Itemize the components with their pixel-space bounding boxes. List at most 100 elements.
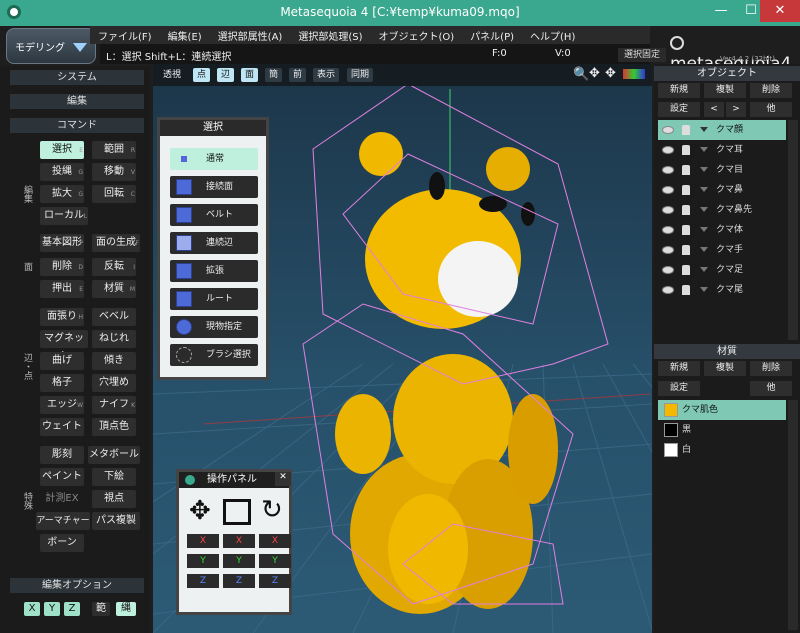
- edit-header[interactable]: 編集: [10, 94, 144, 109]
- object-row[interactable]: クマ足: [658, 260, 786, 280]
- object-copy-button[interactable]: 複製: [704, 83, 746, 98]
- opt-z[interactable]: Z: [64, 602, 80, 616]
- rotate-y[interactable]: Y: [259, 554, 291, 568]
- expand-arrow-icon[interactable]: [700, 187, 708, 192]
- cmd-delete[interactable]: 削除 D: [40, 258, 84, 276]
- cmd-face-fill[interactable]: 面張り H: [40, 308, 84, 326]
- lock-icon[interactable]: [682, 225, 690, 235]
- material-delete-button[interactable]: 削除: [750, 361, 792, 376]
- lock-icon[interactable]: [682, 165, 690, 175]
- lock-icon[interactable]: [682, 265, 690, 275]
- scale-icon[interactable]: [223, 499, 251, 525]
- cmd-flip[interactable]: 反転 I: [92, 258, 136, 276]
- material-list-scrollbar[interactable]: [788, 400, 798, 630]
- view-sync[interactable]: 同期: [347, 68, 374, 82]
- eye-icon[interactable]: [662, 226, 674, 234]
- cmd-select[interactable]: 選択 E: [40, 141, 84, 159]
- select-brush[interactable]: ブラシ選択: [170, 344, 258, 366]
- object-settings-button[interactable]: 設定: [658, 102, 700, 117]
- cmd-scale[interactable]: 拡大 G: [40, 185, 84, 203]
- view-face[interactable]: 面: [241, 68, 259, 82]
- rotate-icon[interactable]: ↻: [261, 495, 283, 525]
- material-new-button[interactable]: 新規: [658, 361, 700, 376]
- command-header[interactable]: コマンド: [10, 118, 144, 133]
- lock-icon[interactable]: [682, 285, 690, 295]
- pan-icon[interactable]: ✥: [589, 66, 600, 81]
- move-icon[interactable]: ✥: [189, 496, 211, 526]
- object-more-button[interactable]: 他: [750, 102, 792, 117]
- cmd-armature[interactable]: アーマチャー: [36, 512, 90, 530]
- cmd-extrude[interactable]: 押出 E: [40, 280, 84, 298]
- move-z[interactable]: Z: [187, 574, 219, 588]
- expand-arrow-icon[interactable]: [700, 127, 708, 132]
- system-header[interactable]: システム: [10, 70, 144, 85]
- cmd-edge[interactable]: エッジ W: [40, 396, 84, 414]
- menu-file[interactable]: ファイル(F): [90, 26, 160, 45]
- move-y[interactable]: Y: [187, 554, 219, 568]
- close-button[interactable]: ✕: [760, 0, 800, 22]
- expand-arrow-icon[interactable]: [700, 227, 708, 232]
- eye-icon[interactable]: [662, 246, 674, 254]
- object-row[interactable]: クマ体: [658, 220, 786, 240]
- move-x[interactable]: X: [187, 534, 219, 548]
- lock-icon[interactable]: [682, 245, 690, 255]
- cmd-create-face[interactable]: 面の生成 F: [92, 234, 140, 252]
- eye-icon[interactable]: [662, 206, 674, 214]
- eye-icon[interactable]: [662, 146, 674, 154]
- object-row[interactable]: クマ鼻先: [658, 200, 786, 220]
- select-route[interactable]: ルート: [170, 288, 258, 310]
- scale-z[interactable]: Z: [223, 574, 255, 588]
- op-panel-close-button[interactable]: ✕: [275, 472, 291, 486]
- cmd-lattice[interactable]: 格子: [40, 374, 84, 392]
- cmd-slant[interactable]: 傾き: [92, 352, 136, 370]
- cmd-magnet[interactable]: マグネット: [40, 330, 88, 362]
- select-belt[interactable]: ベルト: [170, 204, 258, 226]
- cmd-measure-ex[interactable]: 計測EX: [40, 490, 84, 508]
- scale-x[interactable]: X: [223, 534, 255, 548]
- menu-help[interactable]: ヘルプ(H): [522, 26, 583, 45]
- cmd-knife[interactable]: ナイフ K: [92, 396, 136, 414]
- selection-lock-button[interactable]: 選択固定: [618, 48, 666, 62]
- display-color-icon[interactable]: [623, 69, 645, 79]
- eye-icon[interactable]: [662, 286, 674, 294]
- cmd-vertex-color[interactable]: 頂点色: [92, 418, 136, 436]
- cmd-weight[interactable]: ウェイト: [40, 418, 84, 436]
- expand-arrow-icon[interactable]: [700, 267, 708, 272]
- view-vertex[interactable]: 点: [193, 68, 211, 82]
- material-settings-button[interactable]: 設定: [658, 381, 700, 396]
- cmd-rotate[interactable]: 回転 C: [92, 185, 136, 203]
- object-new-button[interactable]: 新規: [658, 83, 700, 98]
- cmd-local[interactable]: ローカル L: [40, 207, 88, 225]
- cmd-metaball[interactable]: メタボール: [88, 446, 140, 464]
- object-prev-button[interactable]: <: [704, 102, 724, 117]
- eye-icon[interactable]: [662, 186, 674, 194]
- select-loop-edges[interactable]: 連続辺: [170, 232, 258, 254]
- opt-y[interactable]: Y: [44, 602, 60, 616]
- eye-icon[interactable]: [662, 126, 674, 134]
- material-row[interactable]: 白: [658, 440, 786, 460]
- menu-selection-process[interactable]: 選択部処理(S): [290, 26, 370, 45]
- cmd-range[interactable]: 範囲 R: [92, 141, 136, 159]
- opt-lasso[interactable]: 縄: [116, 602, 136, 616]
- rotate-view-icon[interactable]: ✥: [605, 66, 616, 81]
- cmd-bone[interactable]: ボーン: [40, 534, 84, 552]
- cmd-viewpoint[interactable]: 視点: [92, 490, 136, 508]
- lock-icon[interactable]: [682, 185, 690, 195]
- cmd-lasso[interactable]: 投縄 G: [40, 163, 84, 181]
- cmd-underlay[interactable]: 下絵: [92, 468, 136, 486]
- select-connected-faces[interactable]: 接続面: [170, 176, 258, 198]
- expand-arrow-icon[interactable]: [700, 247, 708, 252]
- object-row[interactable]: クマ目: [658, 160, 786, 180]
- view-edge[interactable]: 辺: [217, 68, 235, 82]
- cmd-sculpt[interactable]: 彫刻: [40, 446, 84, 464]
- object-row[interactable]: クマ顔: [658, 120, 786, 140]
- cmd-move[interactable]: 移動 V: [92, 163, 136, 181]
- cmd-bend[interactable]: 曲げ: [40, 352, 84, 370]
- lock-icon[interactable]: [682, 145, 690, 155]
- object-row[interactable]: クマ耳: [658, 140, 786, 160]
- expand-arrow-icon[interactable]: [700, 207, 708, 212]
- perspective-toggle[interactable]: 透視: [159, 68, 185, 82]
- object-next-button[interactable]: >: [726, 102, 746, 117]
- rotate-x[interactable]: X: [259, 534, 291, 548]
- view-simple[interactable]: 簡: [265, 68, 283, 82]
